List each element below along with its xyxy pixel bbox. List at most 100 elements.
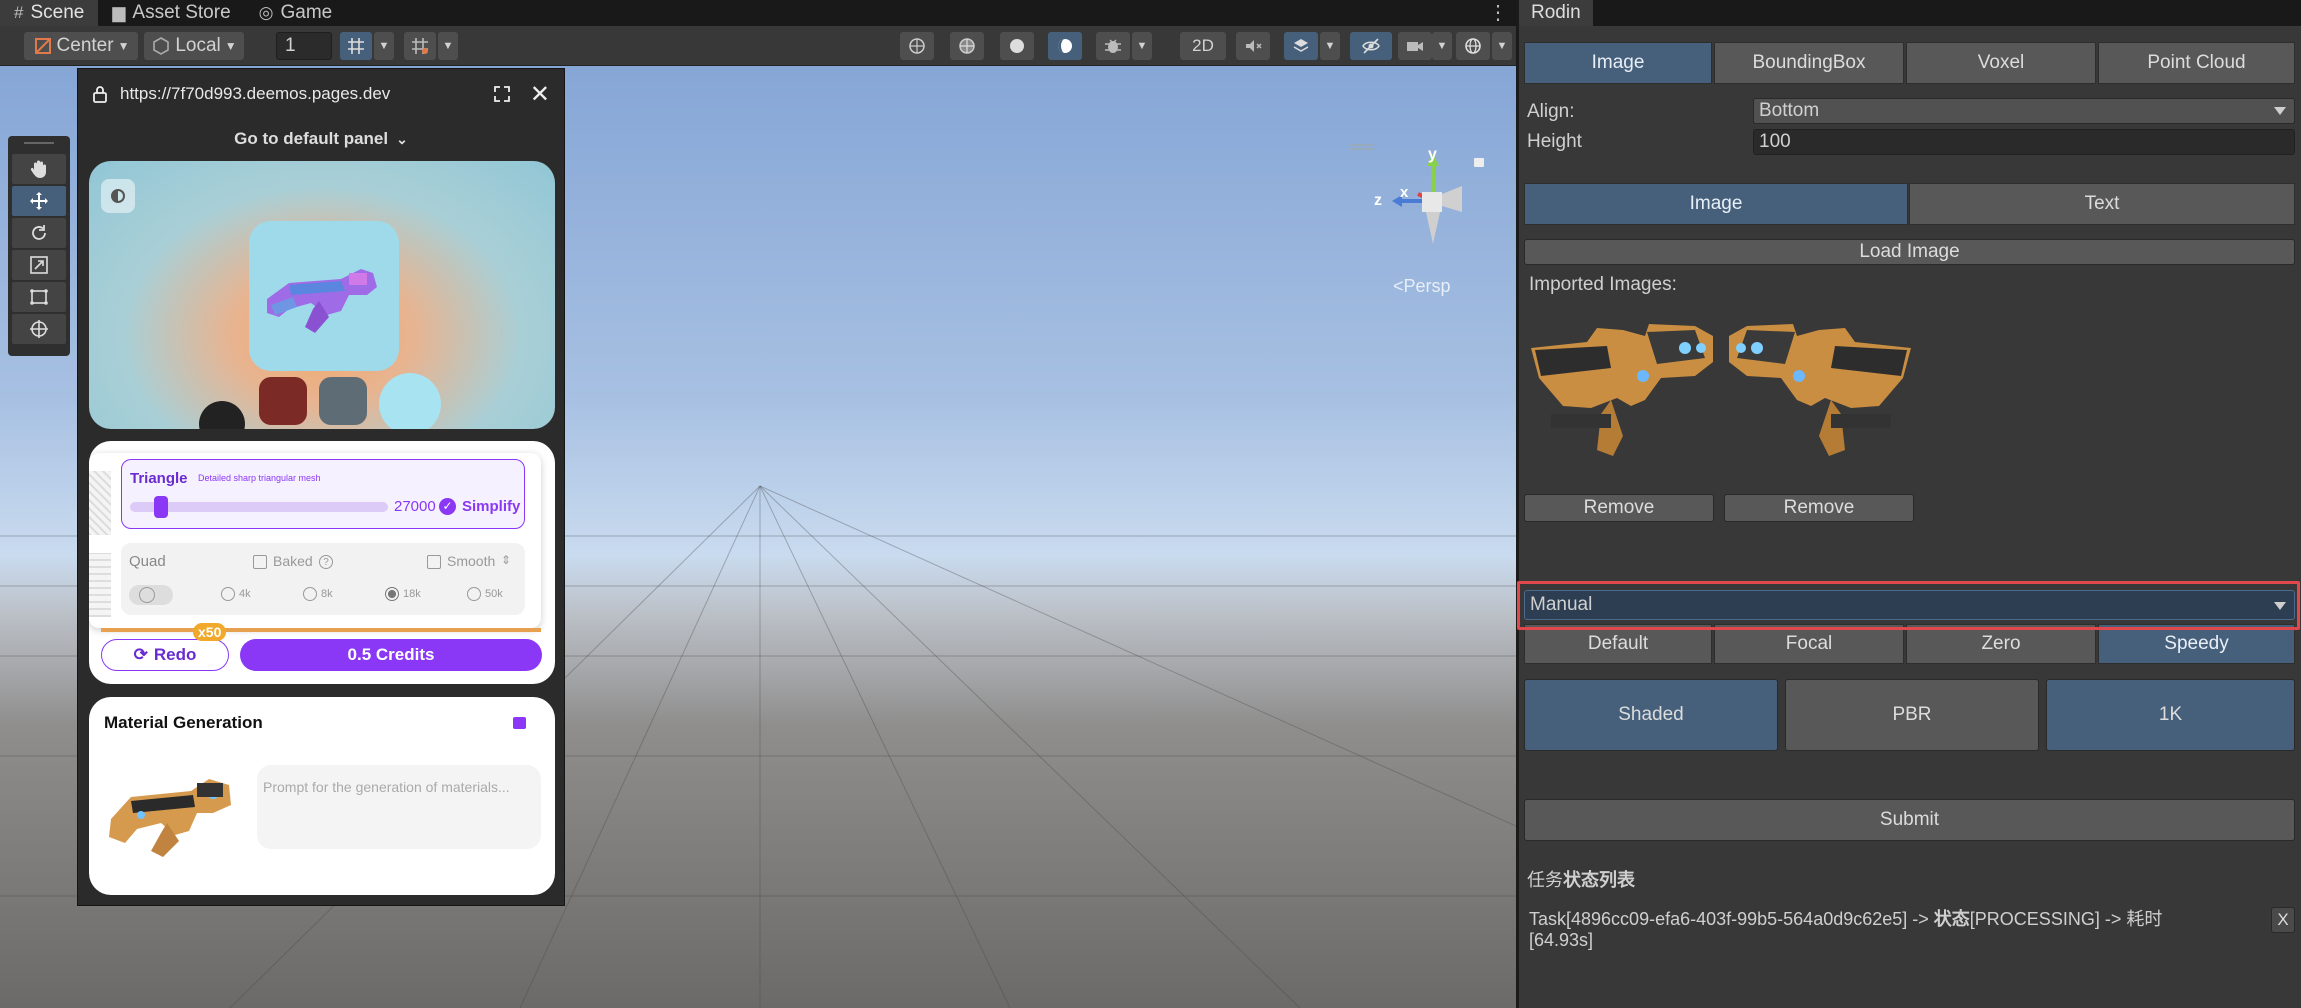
quad-toggle[interactable] [129,585,173,605]
scene-toolbar: Center ▼ Local ▼ 1 ▼ ▼ ▼ 2D ▼ ▼ ▼ [0,26,1516,66]
perspective-toggle[interactable]: <Persp [1393,276,1451,297]
pivot-dropdown[interactable]: Center ▼ [24,32,138,60]
quality-tab-label: Speedy [2164,633,2229,654]
slider-handle[interactable] [154,496,168,518]
quad-res-option[interactable]: 4k [221,587,251,601]
transform-tool[interactable] [12,314,66,344]
rect-tool[interactable] [12,282,66,312]
camera-dropdown[interactable]: ▼ [1432,32,1452,60]
remove-label: Remove [1583,497,1655,518]
quad-option[interactable]: Quad Baked ? Smooth ⇕ 4k 8k 18k 50k [121,543,525,615]
close-icon[interactable]: ✕ [530,80,550,109]
remove-image-button[interactable]: Remove [1524,494,1714,522]
more-options-icon[interactable]: ⋮ [1488,0,1508,25]
toggle-view-icon[interactable] [101,179,135,213]
material-prompt-input[interactable]: Prompt for the generation of materials..… [257,765,541,849]
rotate-tool[interactable] [12,218,66,248]
smooth-checkbox[interactable] [427,555,441,569]
task-list-prefix: 任务 [1527,870,1563,890]
scene-viewport[interactable]: y z x <Persp https://7f70d993.deemos.pag… [0,66,1516,1008]
tab-game[interactable]: ◎ Game [245,0,347,26]
task-close-button[interactable]: X [2271,907,2295,933]
drag-handle[interactable] [24,142,54,150]
model-preview[interactable] [89,161,555,429]
debug-draw-button[interactable] [1096,32,1130,60]
mode-tab-point-cloud[interactable]: Point Cloud [2098,42,2295,84]
expand-icon[interactable] [492,84,512,104]
submit-button[interactable]: Submit [1524,799,2295,841]
quad-res-option[interactable]: 50k [467,587,503,601]
redo-button[interactable]: ⟳ Redo [101,639,229,671]
mode-2d-toggle[interactable]: 2D [1180,32,1226,60]
effects-dropdown[interactable]: ▼ [1320,32,1340,60]
imported-image-thumbnail [1727,318,1915,468]
camera-settings-button[interactable] [1398,32,1432,60]
baked-checkbox[interactable] [253,555,267,569]
radio-icon [303,587,317,601]
quad-res-label: 4k [239,588,251,600]
material-button-label: PBR [1892,704,1932,725]
chevron-down-icon: ▼ [117,39,130,53]
quality-tab-focal[interactable]: Focal [1714,624,1904,664]
shaded-material-button[interactable]: Shaded [1524,679,1778,751]
pbr-material-button[interactable]: PBR [1785,679,2039,751]
quad-res-option[interactable]: 8k [303,587,333,601]
generate-credits-button[interactable]: 0.5 Credits [240,639,542,671]
input-tab-text[interactable]: Text [1909,183,2295,225]
mesh-preview-quad [89,553,111,617]
mode-tab-image[interactable]: Image [1524,42,1712,84]
lighting-toggle[interactable] [1048,32,1082,60]
triangle-option[interactable]: Triangle Detailed sharp triangular mesh … [121,459,525,529]
grid-snap-toggle[interactable] [340,32,372,60]
effects-toggle[interactable] [1284,32,1318,60]
scale-icon [30,256,48,274]
resolution-button[interactable]: 1K [2046,679,2295,751]
quality-tab-speedy[interactable]: Speedy [2098,624,2295,664]
scene-visibility-toggle[interactable] [1350,32,1392,60]
load-image-button[interactable]: Load Image [1524,239,2295,265]
grid-size-field[interactable]: 1 [276,32,332,60]
align-dropdown[interactable]: Bottom [1753,98,2295,124]
shaded-button[interactable] [1000,32,1034,60]
url-text[interactable]: https://7f70d993.deemos.pages.dev [120,84,480,104]
default-panel-link[interactable]: Go to default panel ⌄ [78,119,564,159]
radio-icon [467,587,481,601]
shaded-wireframe-button[interactable] [950,32,984,60]
triangle-slider[interactable] [130,496,388,518]
quad-res-label: 50k [485,588,503,600]
grid-snap-dropdown[interactable]: ▼ [374,32,394,60]
quality-tab-label: Focal [1785,633,1833,654]
wireframe-shading-button[interactable] [900,32,934,60]
move-tool[interactable] [12,186,66,216]
increment-snap-dropdown[interactable]: ▼ [438,32,458,60]
height-field[interactable]: 100 [1753,129,2295,155]
orientation-gizmo[interactable]: y z x [1350,144,1490,256]
debug-draw-dropdown[interactable]: ▼ [1132,32,1152,60]
task-close-label: X [2277,910,2289,929]
input-tab-image[interactable]: Image [1524,183,1908,225]
scale-tool[interactable] [12,250,66,280]
mode-tab-boundingbox[interactable]: BoundingBox [1714,42,1904,84]
audio-toggle[interactable] [1236,32,1270,60]
hand-tool[interactable] [12,154,66,184]
remove-image-button[interactable]: Remove [1724,494,1914,522]
variant-thumbnail[interactable] [379,373,441,429]
gizmos-toggle[interactable] [1456,32,1490,60]
tab-scene[interactable]: # Scene [0,0,99,26]
quad-res-option[interactable]: 18k [385,587,421,601]
variant-thumbnail[interactable] [259,377,307,425]
lock-icon[interactable] [1474,158,1484,167]
tab-rodin[interactable]: Rodin [1519,0,1593,26]
space-dropdown[interactable]: Local ▼ [144,32,244,60]
quality-tab-zero[interactable]: Zero [1906,624,2096,664]
gizmos-dropdown[interactable]: ▼ [1492,32,1512,60]
increment-snap-toggle[interactable] [404,32,436,60]
mode-tab-voxel[interactable]: Voxel [1906,42,2096,84]
help-icon[interactable]: ? [319,555,333,569]
quality-tab-default[interactable]: Default [1524,624,1712,664]
checkbox-checked-icon[interactable]: ✓ [439,498,456,515]
variant-thumbnail[interactable] [199,401,245,429]
menu-lines-icon[interactable] [1350,144,1374,150]
variant-thumbnail[interactable] [319,377,367,425]
tab-asset-store[interactable]: ▆ Asset Store [98,0,244,26]
